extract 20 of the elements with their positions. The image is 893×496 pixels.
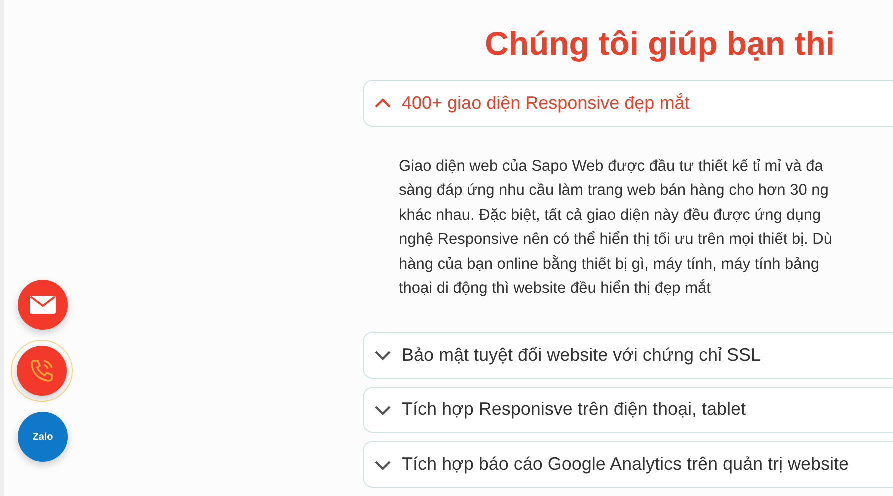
faq-item[interactable]: Tích hợp Responisve trên điện thoại, tablet xyxy=(363,386,893,434)
answer-text: Giao diện web của Sapo Web được đầu tư thiết kế tỉ mỉ và đa xyxy=(399,156,824,177)
faq-item[interactable]: Tích hợp báo cáo Google Analytics trên quản trị website xyxy=(363,441,893,488)
chevron-up-icon xyxy=(374,97,392,110)
zalo-button[interactable]: Zalo xyxy=(18,412,68,462)
email-button[interactable] xyxy=(18,280,68,330)
envelope-icon xyxy=(30,296,56,314)
chevron-down-icon xyxy=(374,349,392,362)
answer-text: hàng của bạn online bằng thiết bị gì, máy tính, máy tính bảng xyxy=(399,254,821,275)
answer-text: khác nhau. Đặc biệt, tất cả giao diện này đều được ứng dụng xyxy=(399,206,822,226)
faq-item[interactable]: Bảo mật tuyệt đối website với chứng chỉ SSL xyxy=(363,332,893,378)
chevron-down-icon xyxy=(374,458,392,471)
section-heading: Chúng tôi giúp bạn thi xyxy=(485,24,836,64)
answer-text: sàng đáp ứng nhu cầu làm trang web bán hàng cho hơn 30 ng xyxy=(399,181,830,202)
faq-item[interactable]: 400+ giao diện Responsive đẹp mắt xyxy=(363,80,893,127)
answer-text: nghệ Responsive nên có thể hiển thị tối ưu trên mọi thiết bị. Dù xyxy=(399,230,834,250)
phone-button[interactable] xyxy=(17,346,67,396)
phone-icon xyxy=(29,358,55,384)
chevron-down-icon xyxy=(374,404,392,416)
answer-text: thoại di động thì website đều hiển thị đẹp mắt xyxy=(399,278,712,300)
